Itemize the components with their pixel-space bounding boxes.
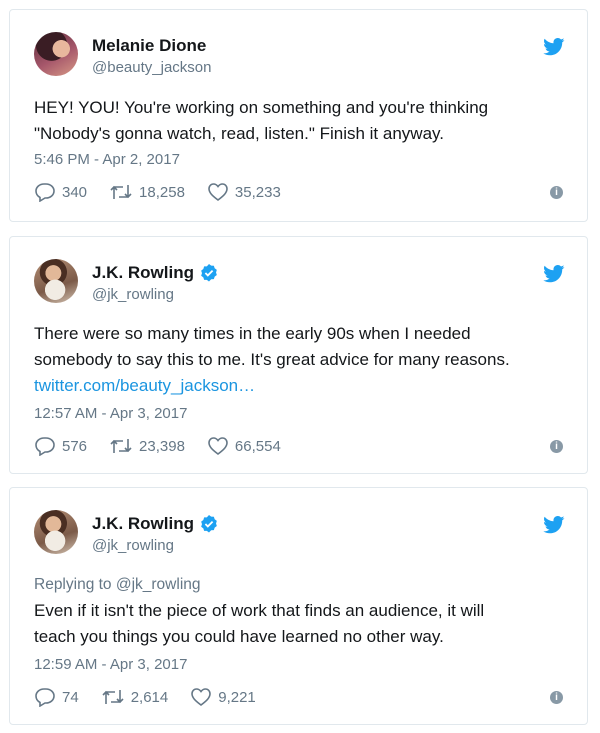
- retweet-count: 23,398: [139, 437, 185, 455]
- avatar[interactable]: [34, 510, 78, 554]
- avatar[interactable]: [34, 32, 78, 76]
- retweet-button[interactable]: 18,258: [109, 183, 185, 201]
- twitter-bird-icon[interactable]: [543, 38, 565, 56]
- reply-button[interactable]: 576: [34, 436, 87, 456]
- reply-button[interactable]: 74: [34, 687, 79, 707]
- heart-icon: [208, 437, 228, 456]
- reply-count: 576: [62, 437, 88, 455]
- tweet-feed: Melanie Dione @beauty_jackson HEY! YOU! …: [0, 0, 600, 733]
- tweet-card[interactable]: J.K. Rowling @jk_rowling Replying to @jk…: [9, 487, 588, 725]
- tweet-text: Even if it isn't the piece of work that …: [34, 598, 564, 650]
- tweet-text-line: "Nobody's gonna watch, read, listen." Fi…: [34, 124, 444, 143]
- tweet-text-line: HEY! YOU! You're working on something an…: [34, 98, 489, 117]
- tweet-text-line: Even if it isn't the piece of work that …: [34, 601, 485, 620]
- like-button[interactable]: 66,554: [207, 436, 281, 456]
- twitter-bird-icon[interactable]: [543, 265, 565, 283]
- tweet-text: HEY! YOU! You're working on something an…: [34, 95, 564, 147]
- tweet-actions: 74 2,614 9,221: [34, 687, 278, 707]
- tweet-card[interactable]: Melanie Dione @beauty_jackson HEY! YOU! …: [9, 9, 588, 222]
- tweet-timestamp[interactable]: 12:59 AM - Apr 3, 2017: [34, 656, 187, 673]
- tweet-link[interactable]: twitter.com/beauty_jackson…: [34, 373, 564, 399]
- tweet-text-line: somebody to say this to me. It's great a…: [34, 350, 510, 369]
- tweet-timestamp[interactable]: 5:46 PM - Apr 2, 2017: [34, 151, 180, 168]
- author-row: Melanie Dione: [92, 36, 206, 56]
- info-icon[interactable]: i: [550, 186, 563, 199]
- tweet-card[interactable]: J.K. Rowling @jk_rowling There were so m…: [9, 236, 588, 474]
- author-name[interactable]: J.K. Rowling: [92, 263, 194, 283]
- author-handle[interactable]: @beauty_jackson: [92, 59, 211, 76]
- reply-icon: [35, 688, 55, 707]
- like-button[interactable]: 35,233: [207, 182, 281, 202]
- info-icon[interactable]: i: [550, 440, 563, 453]
- author-row: J.K. Rowling: [92, 514, 218, 534]
- info-icon[interactable]: i: [550, 691, 563, 704]
- tweet-timestamp[interactable]: 12:57 AM - Apr 3, 2017: [34, 405, 187, 422]
- reply-icon: [35, 183, 55, 202]
- author-name[interactable]: J.K. Rowling: [92, 514, 194, 534]
- reply-count: 340: [62, 183, 88, 201]
- avatar[interactable]: [34, 259, 78, 303]
- retweet-count: 18,258: [139, 183, 185, 201]
- like-count: 35,233: [234, 183, 281, 201]
- tweet-text: There were so many times in the early 90…: [34, 321, 564, 399]
- retweet-icon: [110, 439, 132, 453]
- retweet-button[interactable]: 23,398: [109, 437, 185, 455]
- retweet-icon: [102, 690, 124, 704]
- heart-icon: [191, 688, 212, 707]
- retweet-count: 2,614: [130, 688, 169, 706]
- retweet-button[interactable]: 2,614: [101, 688, 169, 706]
- heart-icon: [208, 183, 228, 202]
- like-count: 9,221: [218, 688, 256, 706]
- author-handle[interactable]: @jk_rowling: [92, 537, 174, 554]
- verified-badge-icon: [201, 264, 217, 282]
- tweet-actions: 576 23,398 66,554: [34, 436, 303, 456]
- author-handle[interactable]: @jk_rowling: [92, 286, 174, 303]
- retweet-icon: [110, 185, 132, 199]
- like-count: 66,554: [234, 437, 281, 455]
- tweet-actions: 340 18,258 35,233: [34, 182, 303, 202]
- tweet-text-line: teach you things you could have learned …: [34, 627, 444, 646]
- replying-to[interactable]: Replying to @jk_rowling: [34, 576, 201, 594]
- twitter-bird-icon[interactable]: [543, 516, 565, 534]
- tweet-text-line: There were so many times in the early 90…: [34, 324, 471, 343]
- author-name[interactable]: Melanie Dione: [92, 36, 206, 56]
- author-row: J.K. Rowling: [92, 263, 218, 283]
- like-button[interactable]: 9,221: [190, 687, 256, 707]
- reply-icon: [35, 437, 55, 456]
- reply-count: 74: [62, 688, 79, 706]
- reply-button[interactable]: 340: [34, 182, 87, 202]
- verified-badge-icon: [201, 515, 217, 533]
